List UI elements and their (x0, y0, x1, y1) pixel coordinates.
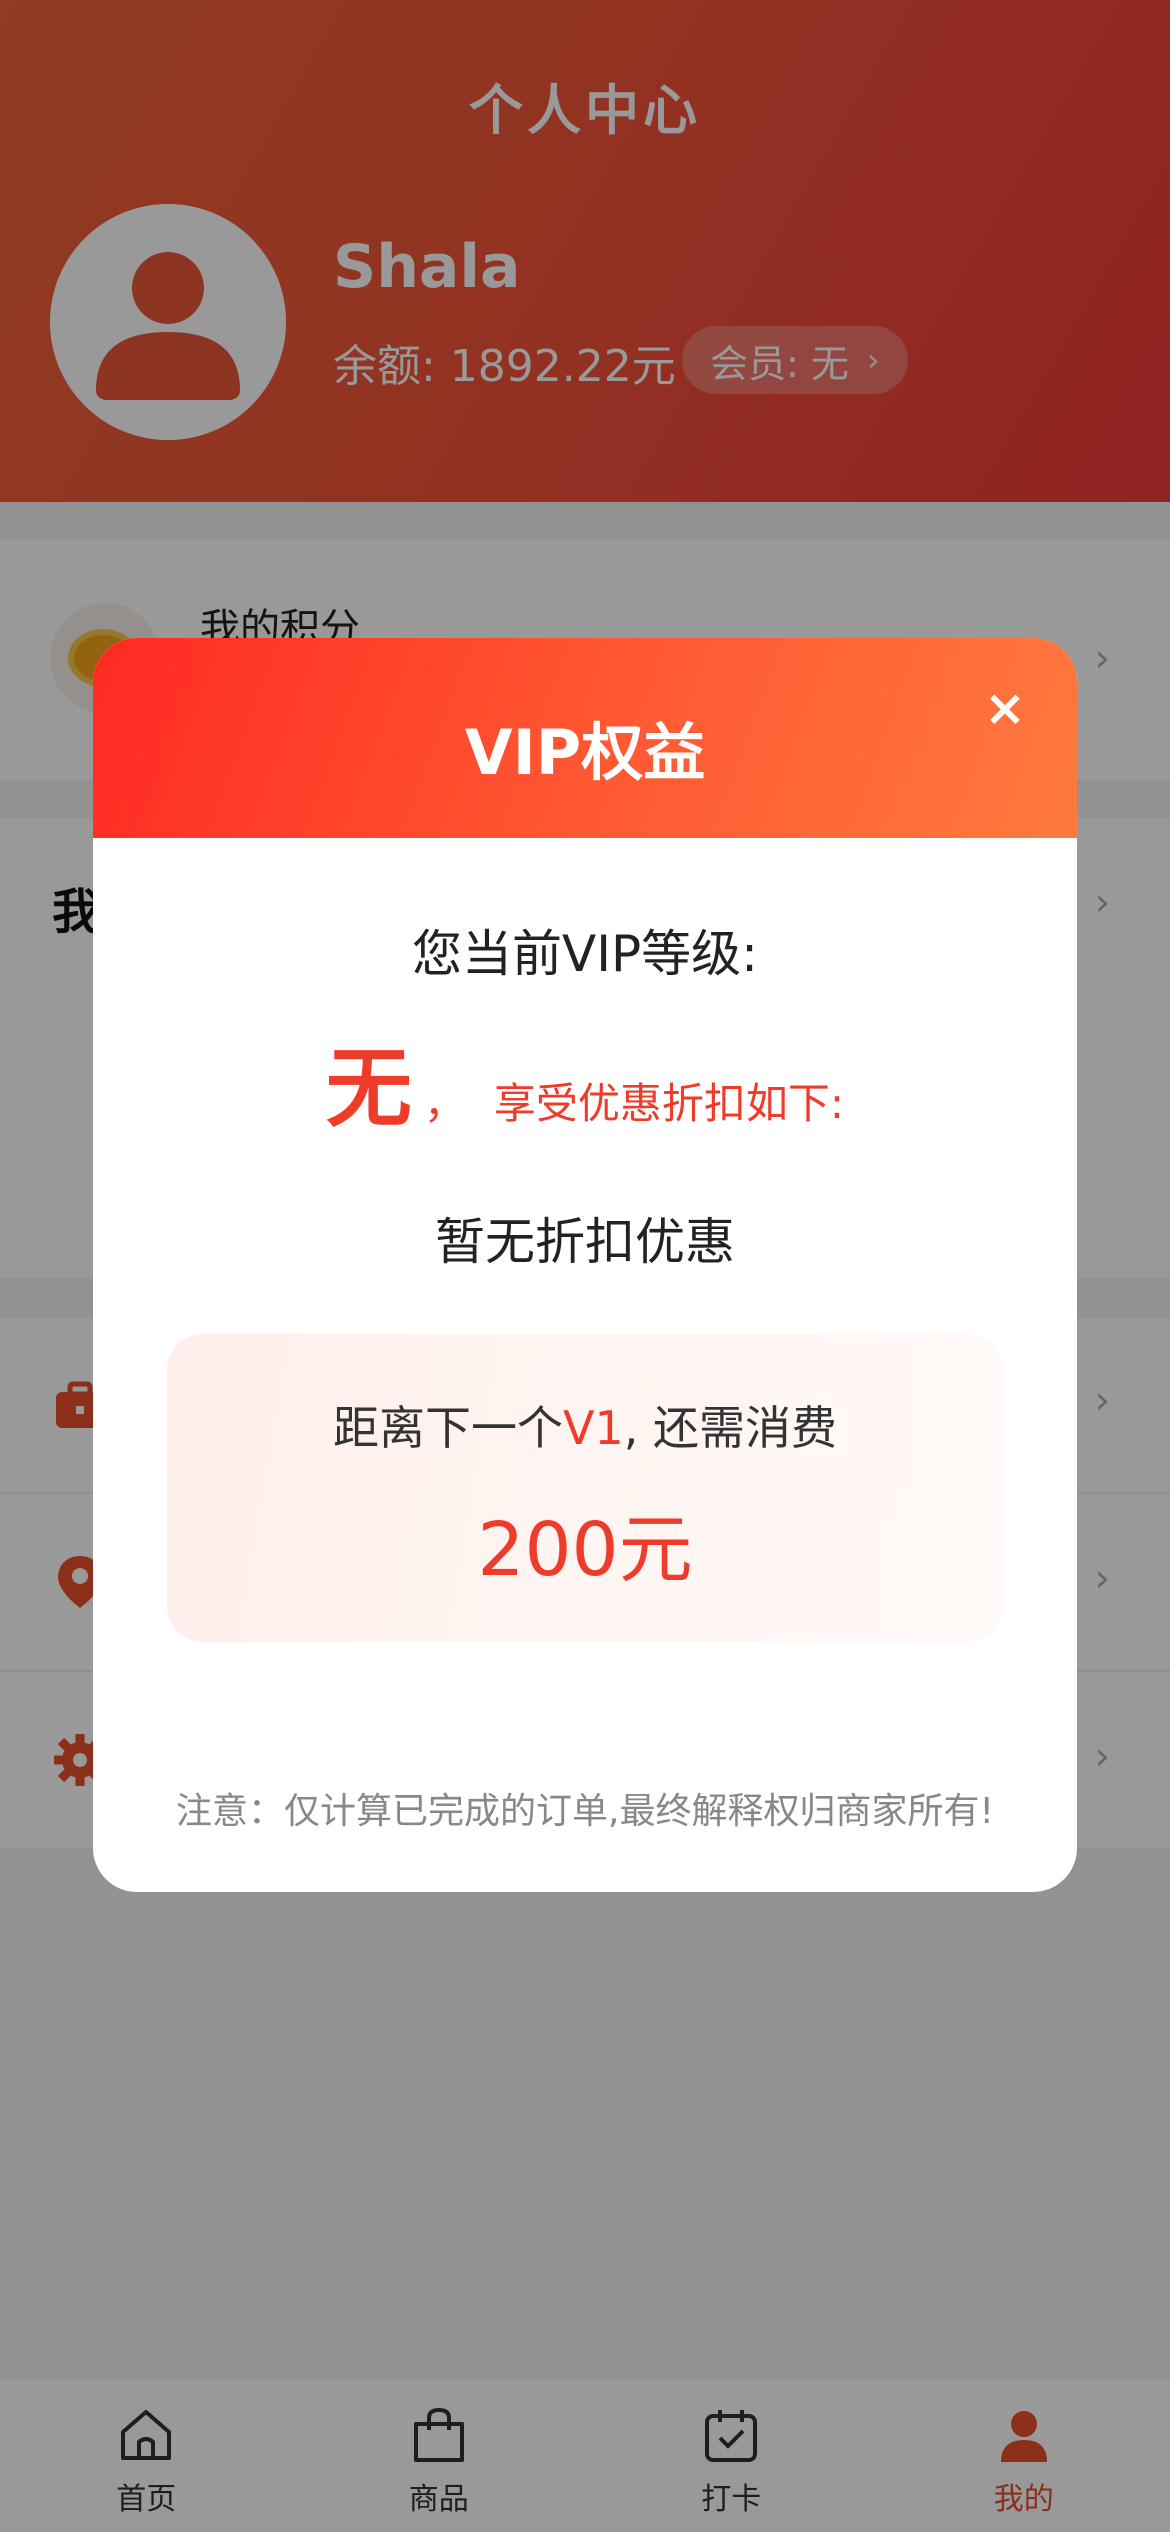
no-discount-text: 暂无折扣优惠 (435, 1213, 735, 1271)
vip-level-description: 享受优惠折扣如下: (493, 1079, 845, 1128)
next-level-amount: 200元 (477, 1507, 693, 1593)
vip-level-label: 您当前VIP等级: (412, 925, 758, 983)
vip-level-line: 无 ， 享受优惠折扣如下: (93, 1018, 1077, 1143)
next-level-suffix: , 还需消费 (623, 1401, 837, 1455)
next-level-prefix: 距离下一个 (333, 1401, 563, 1455)
modal-title: VIP权益 (464, 716, 706, 789)
modal-header: VIP权益 × (93, 638, 1077, 838)
vip-benefits-modal: VIP权益 × 您当前VIP等级: 无 ， 享受优惠折扣如下: 暂无折扣优惠 距… (93, 638, 1077, 1892)
vip-level-separator: ， (423, 1079, 466, 1128)
vip-level-value: 无 (325, 1039, 412, 1139)
next-level-name: V1 (563, 1401, 624, 1455)
next-level-text: 距离下一个V1, 还需消费 (167, 1392, 1003, 1458)
next-level-box: 距离下一个V1, 还需消费 200元 (167, 1334, 1003, 1642)
close-icon[interactable]: × (975, 678, 1035, 738)
modal-note: 注意：仅计算已完成的订单,最终解释权归商家所有! (176, 1791, 994, 1832)
